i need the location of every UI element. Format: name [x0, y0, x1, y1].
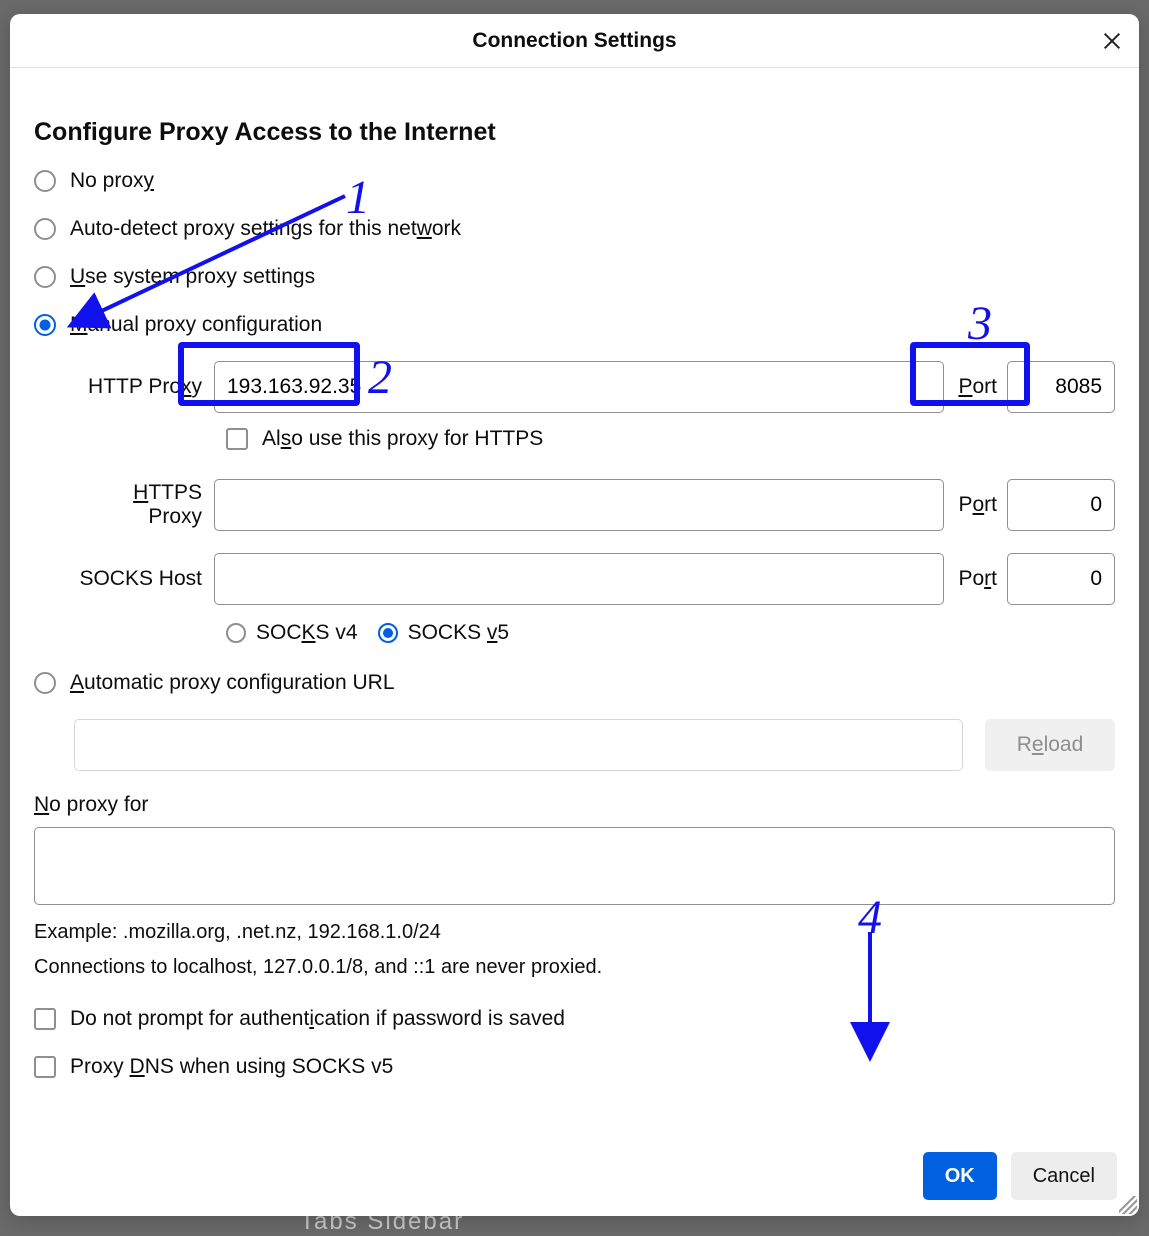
radio-icon	[34, 218, 56, 240]
check-no-auth-prompt[interactable]: Do not prompt for authentication if pass…	[34, 1007, 1115, 1031]
radio-no-proxy[interactable]: No proxy	[34, 169, 1115, 193]
http-port-label: Port	[958, 375, 997, 399]
checkbox-icon	[34, 1008, 56, 1030]
no-proxy-note: Connections to localhost, 127.0.0.1/8, a…	[34, 956, 1115, 979]
pac-row: Reload	[74, 719, 1115, 771]
radio-auto-config-url[interactable]: Automatic proxy configuration URL	[34, 671, 1115, 695]
radio-icon	[34, 266, 56, 288]
radio-label: Use system proxy settings	[70, 265, 315, 289]
radio-icon	[378, 623, 398, 643]
https-proxy-label: HTTPS Proxy	[74, 481, 214, 529]
dialog-title: Connection Settings	[472, 29, 676, 53]
socks-version-row: SOCKS v4 SOCKS v5	[226, 621, 1115, 645]
radio-label: Automatic proxy configuration URL	[70, 671, 395, 695]
close-icon	[1101, 30, 1123, 52]
socks-host-input[interactable]	[214, 553, 944, 605]
radio-icon	[34, 672, 56, 694]
radio-label: Manual proxy configuration	[70, 313, 322, 337]
http-proxy-input[interactable]	[214, 361, 944, 413]
radio-icon	[34, 170, 56, 192]
radio-socks-v5[interactable]: SOCKS v5	[378, 621, 510, 645]
socks-host-label: SOCKS Host	[74, 567, 214, 591]
resize-grip-icon[interactable]	[1119, 1196, 1137, 1214]
dialog-body: Configure Proxy Access to the Internet N…	[10, 68, 1139, 1136]
https-port-label: Port	[958, 493, 997, 517]
https-port-input[interactable]	[1007, 479, 1115, 531]
check-label: Do not prompt for authentication if pass…	[70, 1007, 565, 1031]
radio-system[interactable]: Use system proxy settings	[34, 265, 1115, 289]
section-heading: Configure Proxy Access to the Internet	[34, 118, 1115, 147]
also-https-check[interactable]: Also use this proxy for HTTPS	[226, 427, 1115, 451]
socks-port-input[interactable]	[1007, 553, 1115, 605]
cancel-button[interactable]: Cancel	[1011, 1152, 1117, 1200]
checkbox-icon	[226, 428, 248, 450]
http-port-input[interactable]	[1007, 361, 1115, 413]
radio-manual[interactable]: Manual proxy configuration	[34, 313, 1115, 337]
http-proxy-row: HTTP Proxy Port	[74, 361, 1115, 413]
no-proxy-for-textarea[interactable]	[34, 827, 1115, 905]
radio-label: No proxy	[70, 169, 154, 193]
close-button[interactable]	[1093, 22, 1131, 60]
dialog-footer: OK Cancel	[10, 1136, 1139, 1216]
radio-icon	[34, 314, 56, 336]
radio-label: Auto-detect proxy settings for this netw…	[70, 217, 461, 241]
socks-port-label: Port	[958, 567, 997, 591]
https-proxy-input[interactable]	[214, 479, 944, 531]
https-proxy-row: HTTPS Proxy Port	[74, 479, 1115, 531]
radio-icon	[226, 623, 246, 643]
pac-url-input[interactable]	[74, 719, 963, 771]
radio-socks-v4[interactable]: SOCKS v4	[226, 621, 358, 645]
check-label: Also use this proxy for HTTPS	[262, 427, 543, 451]
socks-host-row: SOCKS Host Port	[74, 553, 1115, 605]
checkbox-icon	[34, 1056, 56, 1078]
reload-button[interactable]: Reload	[985, 719, 1115, 771]
dialog-header: Connection Settings	[10, 14, 1139, 68]
radio-label: SOCKS v5	[408, 621, 510, 645]
no-proxy-for-label: No proxy for	[34, 793, 1115, 817]
ok-button[interactable]: OK	[923, 1152, 997, 1200]
check-proxy-dns[interactable]: Proxy DNS when using SOCKS v5	[34, 1055, 1115, 1079]
manual-proxy-section: HTTP Proxy Port Also use this proxy for …	[74, 361, 1115, 645]
connection-settings-dialog: Connection Settings Configure Proxy Acce…	[10, 14, 1139, 1216]
radio-label: SOCKS v4	[256, 621, 358, 645]
no-proxy-example: Example: .mozilla.org, .net.nz, 192.168.…	[34, 921, 1115, 944]
check-label: Proxy DNS when using SOCKS v5	[70, 1055, 393, 1079]
radio-auto-detect[interactable]: Auto-detect proxy settings for this netw…	[34, 217, 1115, 241]
http-proxy-label: HTTP Proxy	[74, 375, 214, 399]
